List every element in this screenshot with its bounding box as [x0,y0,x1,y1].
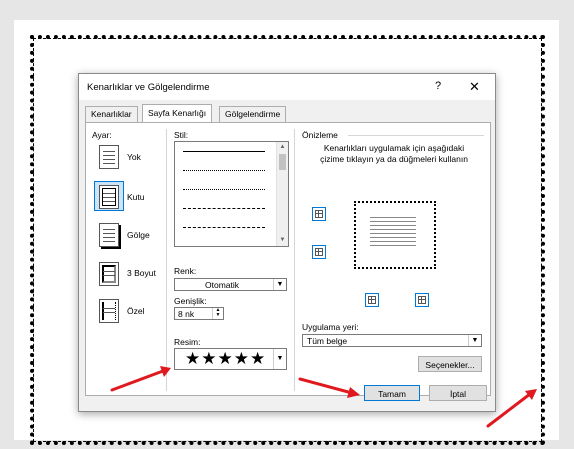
arrow-to-art [110,366,171,392]
arrow-to-border [486,389,537,428]
annotation-arrows [110,366,537,428]
arrow-to-ok [298,377,360,398]
